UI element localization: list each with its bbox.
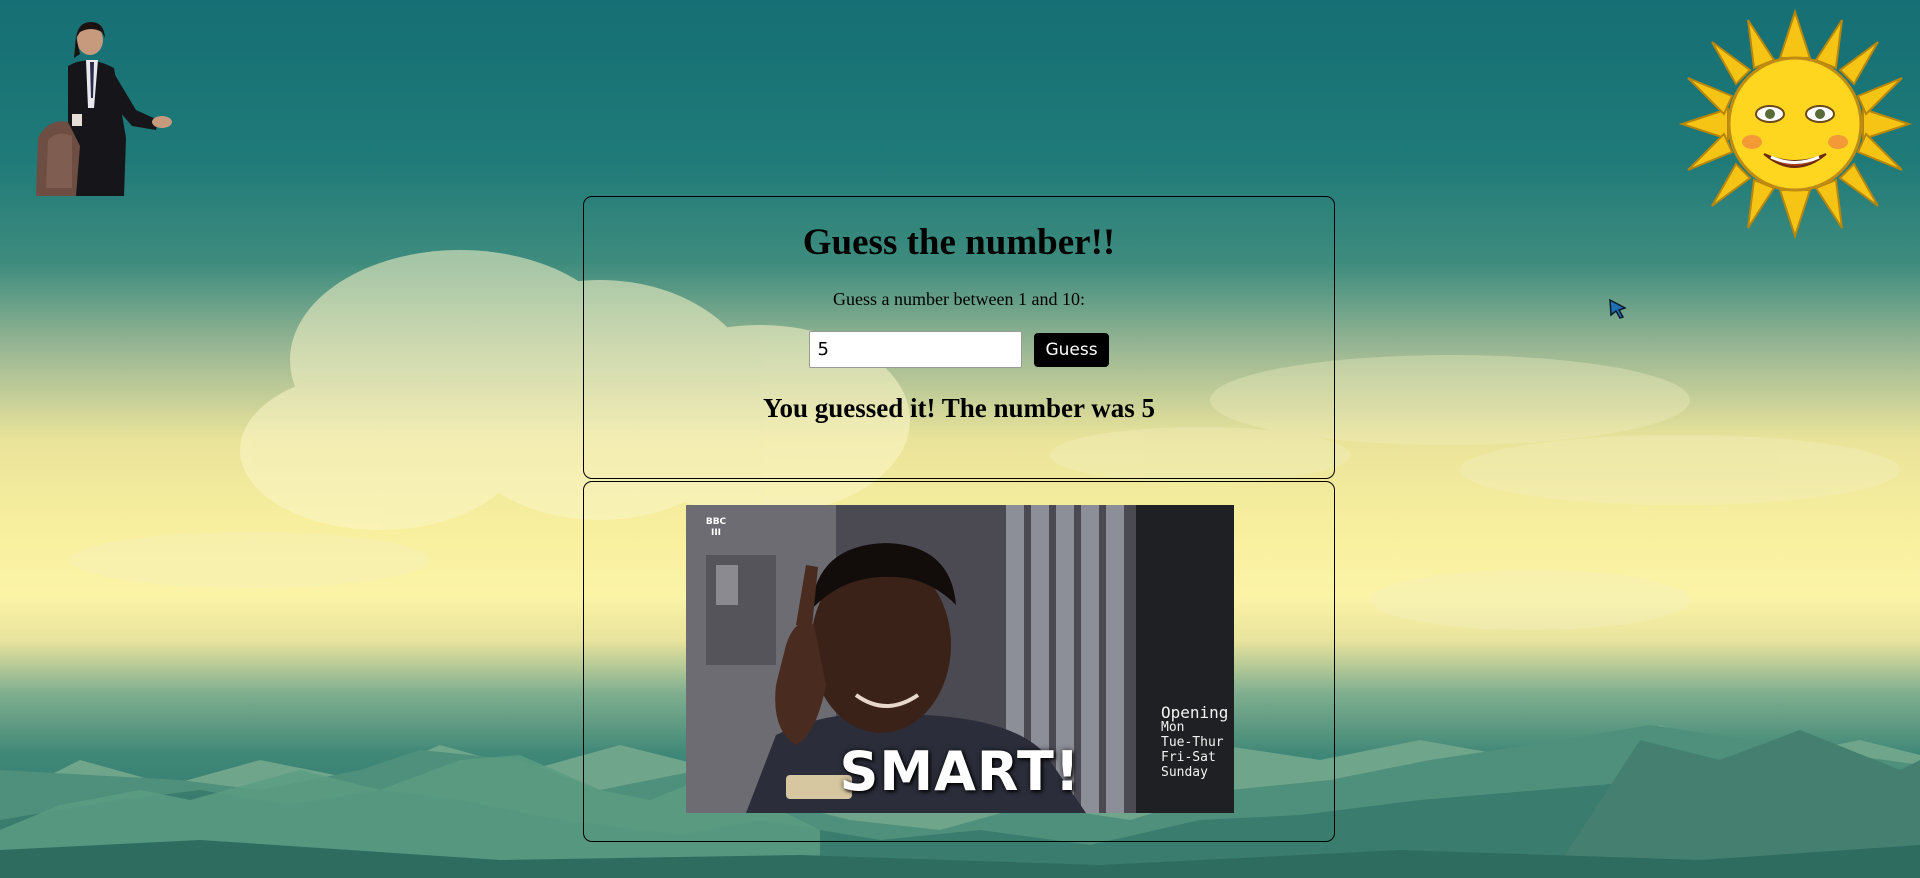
guess-button[interactable]: Guess xyxy=(1034,332,1109,367)
reaction-panel: BBC III Opening Mon Tue-Thur Fri-Sat Sun… xyxy=(583,481,1335,842)
reaction-gif: BBC III Opening Mon Tue-Thur Fri-Sat Sun… xyxy=(686,505,1234,813)
game-panel: Guess the number!! Guess a number betwee… xyxy=(583,196,1335,479)
sign-line: Opening xyxy=(1161,703,1229,722)
smiling-sun xyxy=(1678,8,1913,240)
result-message: You guessed it! The number was 5 xyxy=(762,393,1156,423)
guess-form: Guess xyxy=(584,331,1334,368)
mouse-cursor-icon xyxy=(1609,298,1627,319)
meme-caption: SMART! xyxy=(839,740,1081,803)
confused-man-figure xyxy=(36,22,172,196)
sign-line: Mon xyxy=(1161,720,1185,735)
guess-prompt: Guess a number between 1 and 10: xyxy=(833,289,1085,309)
guess-input[interactable] xyxy=(809,331,1023,368)
channel-badge: BBC III xyxy=(705,517,727,538)
page-title: Guess the number!! xyxy=(802,222,1116,263)
